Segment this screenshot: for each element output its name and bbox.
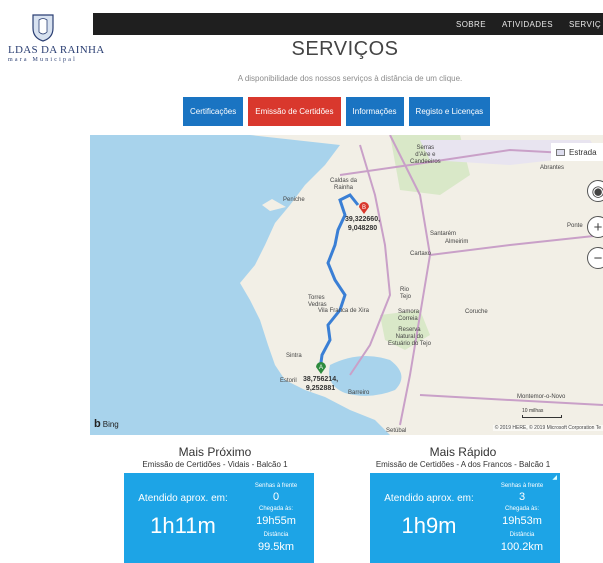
map-scale: 10 milhas — [522, 408, 562, 418]
zoom-in-button[interactable]: + — [587, 216, 603, 238]
map-type-selector[interactable]: Estrada — [551, 143, 603, 161]
tab-informacoes[interactable]: Informações — [345, 97, 404, 126]
place-label: Rio Tejo — [400, 287, 412, 300]
start-coordinates: 38,756214, 9,252881 — [303, 376, 339, 392]
place-label: Ponte — [567, 223, 583, 229]
zoom-out-button[interactable]: − — [587, 247, 603, 269]
result-heading: Mais Rápido — [429, 445, 497, 459]
logo-name: LDAS DA RAINHA — [8, 44, 105, 56]
start-marker-icon[interactable]: A — [315, 361, 327, 375]
logo-subtitle: mara Municipal — [8, 57, 77, 63]
queue-label: Senhas à frente — [500, 483, 544, 489]
end-coordinates: 39,322660, 9,048280 — [345, 216, 381, 232]
place-label: Sintra — [286, 353, 302, 359]
place-label: Serras d'Aire e Candeeiros — [410, 145, 441, 165]
route-map[interactable]: Serras d'Aire e Candeeiros Caldas da Rai… — [90, 135, 603, 435]
bing-icon: b — [94, 418, 101, 430]
result-location: Emissão de Certidões - A dos Francos - B… — [375, 460, 551, 469]
place-label: Vila Franca de Xira — [318, 308, 369, 314]
page-subtitle: A disponibilidade dos nossos serviços à … — [237, 74, 463, 83]
minus-icon: − — [593, 249, 603, 267]
distance-value: 100.2km — [500, 541, 544, 553]
place-label: Setúbal — [386, 428, 407, 434]
end-marker-label: B — [362, 205, 366, 211]
place-label: Almeirim — [445, 239, 469, 245]
corner-indicator-icon: ◢ — [552, 475, 557, 481]
place-label: Torres Vedras — [308, 295, 327, 308]
place-label: Samora Correia — [398, 309, 420, 322]
nav-item-atividades[interactable]: ATIVIDADES — [502, 20, 553, 29]
wait-time: 1h11m — [150, 513, 216, 538]
wait-label: Atendido aprox. em: — [384, 493, 474, 504]
page-title: SERVIÇOS — [291, 38, 399, 60]
place-label: Caldas da Rainha — [330, 178, 358, 191]
map-type-label: Estrada — [569, 147, 597, 157]
locate-icon: ◉ — [591, 183, 603, 200]
distance-label: Distância — [263, 532, 289, 538]
bing-logo[interactable]: b Bing — [94, 418, 119, 430]
nav-item-servicos[interactable]: SERVIÇ — [569, 20, 601, 29]
nav-item-sobre[interactable]: SOBRE — [456, 20, 486, 29]
map-copyright: © 2019 HERE, © 2019 Microsoft Corporatio… — [492, 425, 603, 431]
place-label: Cartaxo — [410, 251, 432, 257]
result-location: Emissão de Certidões - Vidais - Balcão 1 — [142, 460, 288, 469]
place-label: Montemor-o-Novo — [517, 394, 566, 400]
queue-label: Senhas à frente — [254, 483, 298, 489]
result-fastest: Mais Rápido Emissão de Certidões - A dos… — [343, 445, 583, 469]
queue-value: 3 — [518, 491, 526, 503]
arrival-value: 19h55m — [256, 515, 296, 527]
top-navigation-bar: SOBRE ATIVIDADES SERVIÇ — [93, 13, 603, 35]
wait-time: 1h9m — [401, 513, 457, 538]
wait-time-card[interactable]: ◢ Atendido aprox. em: 1h9m Senhas à fren… — [370, 473, 560, 563]
tab-registo-e-licencas[interactable]: Registo e Licenças — [408, 97, 491, 126]
wait-label: Atendido aprox. em: — [138, 493, 228, 504]
end-marker-icon[interactable]: B — [358, 201, 370, 215]
municipal-logo[interactable]: LDAS DA RAINHA mara Municipal — [0, 10, 104, 70]
distance-value: 99.5km — [257, 541, 295, 553]
wait-time-card[interactable]: Atendido aprox. em: 1h11m Senhas à frent… — [124, 473, 314, 563]
arrival-value: 19h53m — [502, 515, 542, 527]
place-label: Peniche — [283, 197, 305, 203]
place-label: Estoril — [280, 378, 297, 384]
plus-icon: + — [593, 218, 603, 236]
start-marker-label: A — [319, 365, 323, 371]
queue-value: 0 — [272, 491, 280, 503]
place-label: Abrantes — [540, 165, 565, 171]
place-label: Coruche — [465, 309, 488, 315]
crest-icon — [32, 14, 54, 42]
place-label: Barreiro — [348, 390, 370, 396]
distance-label: Distância — [509, 532, 535, 538]
arrival-label: Chegada às: — [504, 506, 540, 512]
locate-me-button[interactable]: ◉ — [587, 180, 603, 202]
road-map-icon — [556, 148, 565, 156]
arrival-label: Chegada às: — [258, 506, 294, 512]
place-label: Reserva Natural do Estuário do Tejo — [388, 327, 431, 347]
service-tabs: Certificações Emissão de Certidões Infor… — [183, 97, 491, 126]
result-nearest: Mais Próximo Emissão de Certidões - Vida… — [95, 445, 335, 469]
place-label: Santarém — [430, 231, 457, 237]
tab-emissao-de-certidoes[interactable]: Emissão de Certidões — [248, 97, 341, 126]
result-heading: Mais Próximo — [178, 445, 252, 459]
tab-certificacoes[interactable]: Certificações — [183, 97, 244, 126]
